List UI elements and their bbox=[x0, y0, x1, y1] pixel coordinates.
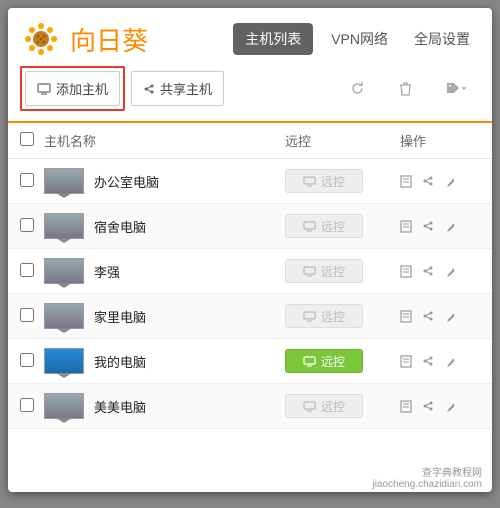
settings-icon[interactable] bbox=[444, 355, 457, 368]
tab-global-settings[interactable]: 全局设置 bbox=[406, 23, 478, 55]
row-checkbox[interactable] bbox=[20, 308, 34, 322]
row-checkbox[interactable] bbox=[20, 263, 34, 277]
remote-control-button: 远控 bbox=[285, 259, 363, 283]
share-icon[interactable] bbox=[422, 220, 434, 233]
add-host-button[interactable]: 添加主机 bbox=[25, 71, 120, 106]
host-name: 宿舍电脑 bbox=[94, 217, 285, 236]
detail-icon[interactable] bbox=[400, 220, 412, 233]
remote-control-button[interactable]: 远控 bbox=[285, 349, 363, 373]
share-host-label: 共享主机 bbox=[160, 79, 212, 98]
highlight-box: 添加主机 bbox=[20, 66, 125, 111]
col-name-header: 主机名称 bbox=[44, 131, 285, 150]
host-thumbnail bbox=[44, 168, 84, 194]
tab-host-list[interactable]: 主机列表 bbox=[233, 23, 313, 55]
share-icon[interactable] bbox=[422, 175, 434, 188]
app-logo bbox=[22, 20, 60, 58]
host-thumbnail bbox=[44, 348, 84, 374]
remote-label: 远控 bbox=[321, 263, 345, 280]
table-row: 办公室电脑 远控 bbox=[8, 159, 492, 204]
share-icon[interactable] bbox=[422, 400, 434, 413]
remote-label: 远控 bbox=[321, 308, 345, 325]
monitor-icon bbox=[303, 311, 316, 322]
app-title: 向日葵 bbox=[70, 21, 223, 58]
delete-button[interactable] bbox=[385, 73, 426, 104]
settings-icon[interactable] bbox=[444, 175, 457, 188]
monitor-icon bbox=[303, 176, 316, 187]
settings-icon[interactable] bbox=[444, 400, 457, 413]
table-row: 宿舍电脑 远控 bbox=[8, 204, 492, 249]
row-checkbox[interactable] bbox=[20, 218, 34, 232]
monitor-icon bbox=[303, 221, 316, 232]
share-icon[interactable] bbox=[422, 355, 434, 368]
host-name: 办公室电脑 bbox=[94, 172, 285, 191]
tab-vpn-network[interactable]: VPN网络 bbox=[323, 23, 396, 55]
refresh-button[interactable] bbox=[336, 73, 379, 104]
table-row: 美美电脑 远控 bbox=[8, 384, 492, 429]
host-name: 李强 bbox=[94, 262, 285, 281]
detail-icon[interactable] bbox=[400, 400, 412, 413]
remote-control-button: 远控 bbox=[285, 214, 363, 238]
row-checkbox[interactable] bbox=[20, 353, 34, 367]
host-thumbnail bbox=[44, 303, 84, 329]
remote-label: 远控 bbox=[321, 173, 345, 190]
remote-control-button: 远控 bbox=[285, 394, 363, 418]
host-thumbnail bbox=[44, 393, 84, 419]
row-checkbox[interactable] bbox=[20, 398, 34, 412]
refresh-icon bbox=[350, 81, 365, 96]
table-header: 主机名称 远控 操作 bbox=[8, 123, 492, 159]
detail-icon[interactable] bbox=[400, 310, 412, 323]
settings-icon[interactable] bbox=[444, 220, 457, 233]
host-thumbnail bbox=[44, 258, 84, 284]
watermark: 查字典教程网 jiaocheng.chazidian.com bbox=[8, 462, 492, 492]
toolbar: 添加主机 共享主机 bbox=[8, 66, 492, 123]
row-checkbox[interactable] bbox=[20, 173, 34, 187]
share-icon[interactable] bbox=[422, 265, 434, 278]
remote-label: 远控 bbox=[321, 218, 345, 235]
table-row: 李强 远控 bbox=[8, 249, 492, 294]
share-icon bbox=[143, 83, 155, 95]
titlebar: 向日葵 主机列表 VPN网络 全局设置 bbox=[8, 8, 492, 66]
trash-icon bbox=[399, 81, 412, 96]
share-icon[interactable] bbox=[422, 310, 434, 323]
share-host-button[interactable]: 共享主机 bbox=[131, 71, 224, 106]
host-name: 家里电脑 bbox=[94, 307, 285, 326]
remote-control-button: 远控 bbox=[285, 169, 363, 193]
tag-dropdown-button[interactable] bbox=[432, 74, 480, 104]
col-remote-header: 远控 bbox=[285, 131, 400, 150]
remote-label: 远控 bbox=[321, 398, 345, 415]
table-row: 家里电脑 远控 bbox=[8, 294, 492, 339]
col-ops-header: 操作 bbox=[400, 131, 480, 150]
monitor-icon bbox=[303, 266, 316, 277]
host-thumbnail bbox=[44, 213, 84, 239]
remote-control-button: 远控 bbox=[285, 304, 363, 328]
host-list: 办公室电脑远控宿舍电脑远控李强远控家里电脑远控我的电脑远控美美电脑远控 bbox=[8, 159, 492, 462]
detail-icon[interactable] bbox=[400, 355, 412, 368]
monitor-icon bbox=[303, 356, 316, 367]
host-name: 我的电脑 bbox=[94, 352, 285, 371]
remote-label: 远控 bbox=[321, 353, 345, 370]
app-window: 向日葵 主机列表 VPN网络 全局设置 添加主机 共享主机 bbox=[8, 8, 492, 492]
host-name: 美美电脑 bbox=[94, 397, 285, 416]
detail-icon[interactable] bbox=[400, 175, 412, 188]
detail-icon[interactable] bbox=[400, 265, 412, 278]
table-row: 我的电脑 远控 bbox=[8, 339, 492, 384]
settings-icon[interactable] bbox=[444, 310, 457, 323]
monitor-icon bbox=[37, 83, 51, 95]
settings-icon[interactable] bbox=[444, 265, 457, 278]
tag-icon bbox=[446, 82, 466, 96]
monitor-icon bbox=[303, 401, 316, 412]
select-all-checkbox[interactable] bbox=[20, 132, 34, 146]
add-host-label: 添加主机 bbox=[56, 79, 108, 98]
